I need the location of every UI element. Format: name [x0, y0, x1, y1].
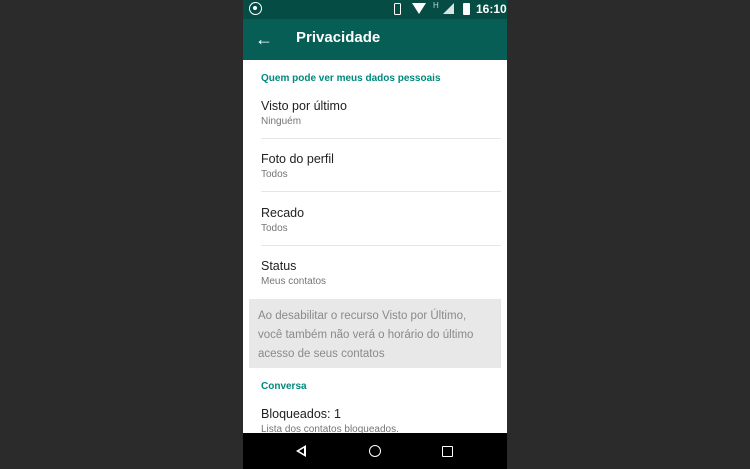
setting-title: Recado — [261, 206, 305, 220]
setting-profile-photo[interactable]: Foto do perfil Todos — [243, 152, 507, 190]
back-button[interactable]: ← — [252, 27, 276, 51]
setting-value: Ninguém — [261, 116, 302, 127]
section-header-personal-data: Quem pode ver meus dados pessoais — [261, 73, 441, 84]
setting-value: Meus contatos — [261, 276, 327, 287]
battery-icon — [463, 3, 470, 15]
divider — [261, 245, 501, 246]
signal-icon — [443, 3, 454, 14]
setting-title: Bloqueados: 1 — [261, 407, 341, 421]
back-triangle-icon[interactable] — [296, 445, 306, 457]
navigation-bar — [243, 433, 507, 469]
note-line: Ao desabilitar o recurso Visto por Últim… — [258, 310, 467, 322]
app-bar: ← Privacidade — [243, 19, 507, 60]
note-line: você também não verá o horário do último — [258, 329, 474, 341]
setting-title: Status — [261, 259, 297, 273]
setting-about[interactable]: Recado Todos — [243, 206, 507, 244]
vibrate-icon — [394, 3, 401, 15]
note-line: acesso de seus contatos — [258, 348, 385, 360]
wifi-icon — [412, 3, 426, 14]
home-circle-icon[interactable] — [369, 445, 381, 457]
status-time: 16:10 — [476, 2, 507, 16]
setting-blocked-contacts[interactable]: Bloqueados: 1 Lista dos contatos bloquea… — [243, 407, 507, 433]
whatsapp-icon — [249, 2, 262, 15]
page-title: Privacidade — [296, 29, 381, 46]
setting-status[interactable]: Status Meus contatos — [243, 259, 507, 297]
setting-value: Todos — [261, 169, 288, 180]
divider — [261, 191, 501, 192]
setting-last-seen[interactable]: Visto por último Ninguém — [243, 99, 507, 137]
network-type-label: H — [433, 1, 439, 10]
setting-value: Todos — [261, 223, 288, 234]
divider — [261, 138, 501, 139]
recents-square-icon[interactable] — [442, 446, 453, 457]
settings-list[interactable]: Quem pode ver meus dados pessoais Visto … — [243, 60, 507, 433]
phone-screen: H 16:10 ← Privacidade Quem pode ver meus… — [243, 0, 507, 469]
setting-title: Visto por último — [261, 99, 347, 113]
arrow-left-icon: ← — [255, 29, 273, 49]
section-header-conversation: Conversa — [261, 381, 307, 392]
last-seen-info-note: Ao desabilitar o recurso Visto por Últim… — [249, 299, 501, 368]
setting-value: Lista dos contatos bloqueados. — [261, 424, 399, 433]
status-bar: H 16:10 — [243, 0, 507, 19]
setting-title: Foto do perfil — [261, 152, 334, 166]
